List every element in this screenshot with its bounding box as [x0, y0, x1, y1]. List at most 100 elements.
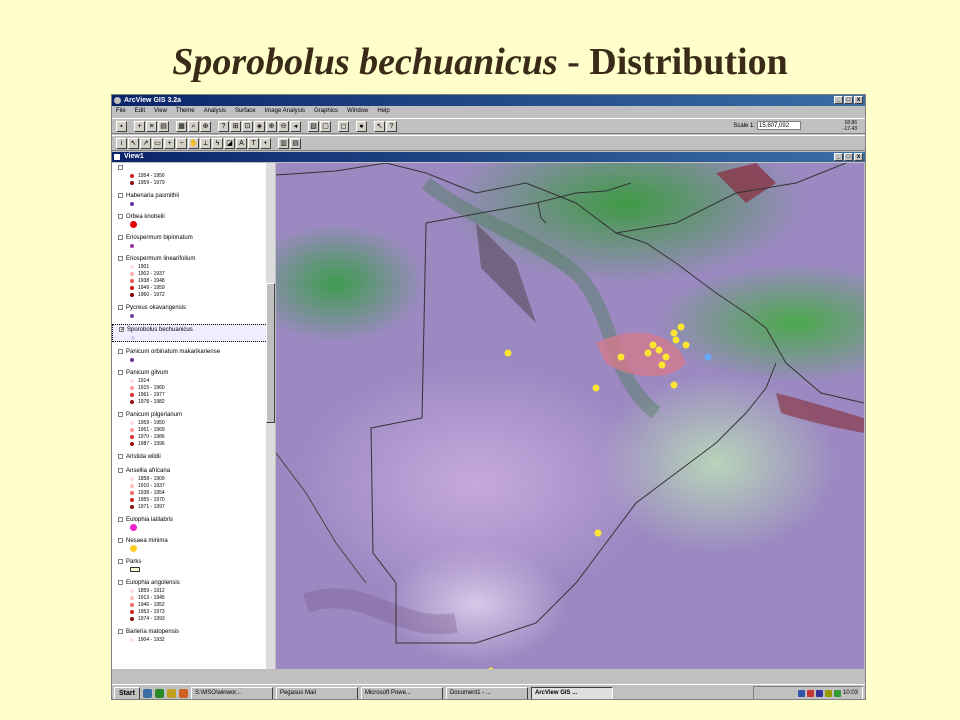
- taskbar-item-arcview[interactable]: ArcView GIS ...: [530, 686, 613, 699]
- tray-app-icon[interactable]: [833, 689, 841, 697]
- taskbar-item-pegasus[interactable]: Pegasus Mail: [275, 686, 358, 699]
- text-icon[interactable]: T: [248, 137, 259, 149]
- query-builder-icon[interactable]: ?: [218, 120, 229, 132]
- view-titlebar[interactable]: View1 _ □ x: [112, 152, 865, 162]
- map-display[interactable]: [276, 163, 864, 669]
- vertex-edit-icon[interactable]: ↗: [140, 137, 151, 149]
- toc-scroll-thumb[interactable]: [266, 283, 275, 423]
- view-minimize-button[interactable]: _: [834, 153, 843, 161]
- toc-theme[interactable]: Aristida wildii: [112, 452, 274, 461]
- toc-theme[interactable]: Habenaria pasmithii: [112, 191, 274, 207]
- theme-visibility-checkbox[interactable]: ✓: [119, 327, 125, 333]
- toc-theme[interactable]: Ansellia africana 1858 - 1909 1910 - 1937 1…: [112, 466, 274, 510]
- label-icon[interactable]: A: [236, 137, 247, 149]
- theme-visibility-checkbox[interactable]: [118, 349, 123, 354]
- zoom-in-fixed-icon[interactable]: ⊕: [266, 120, 277, 132]
- toc-theme[interactable]: Panicum gilvum 1914 1915 - 1960 1961 - 1977…: [112, 368, 274, 405]
- help-icon[interactable]: ?: [386, 120, 397, 132]
- open-table-icon[interactable]: ▦: [176, 120, 187, 132]
- measure-icon[interactable]: ⟂: [200, 137, 211, 149]
- browser-icon[interactable]: [154, 688, 164, 698]
- scale-input[interactable]: 15,607,092: [757, 121, 801, 130]
- view-maximize-button[interactable]: □: [844, 153, 853, 161]
- pointer-icon[interactable]: ↖: [128, 137, 139, 149]
- theme-visibility-checkbox[interactable]: [118, 370, 123, 375]
- table-of-contents[interactable]: 1954 - 1956 1959 - 1979 Habenaria pasmithi…: [112, 163, 275, 669]
- theme-visibility-checkbox[interactable]: [118, 454, 123, 459]
- toc-theme[interactable]: Panicum orbinatum makarikariense: [112, 347, 274, 363]
- theme-visibility-checkbox[interactable]: [118, 193, 123, 198]
- stop-icon[interactable]: ●: [356, 120, 367, 132]
- zoom-selected-icon[interactable]: ◈: [254, 120, 265, 132]
- draw-point-icon[interactable]: •: [260, 137, 271, 149]
- zoom-out-fixed-icon[interactable]: ⊖: [278, 120, 289, 132]
- clear-selection-icon[interactable]: ▢: [320, 120, 331, 132]
- zoom-active-themes-icon[interactable]: ⊡: [242, 120, 253, 132]
- antivirus-icon[interactable]: [806, 689, 814, 697]
- select-feature-icon[interactable]: ▭: [152, 137, 163, 149]
- raster-select-icon[interactable]: ▤: [290, 137, 301, 149]
- maximize-button[interactable]: □: [844, 96, 853, 104]
- identify-icon[interactable]: i: [116, 137, 127, 149]
- volume-icon[interactable]: [824, 689, 832, 697]
- menu-file[interactable]: File: [116, 106, 126, 116]
- menu-window[interactable]: Window: [347, 106, 368, 116]
- select-features-icon[interactable]: ▧: [308, 120, 319, 132]
- menu-theme[interactable]: Theme: [176, 106, 195, 116]
- minimize-button[interactable]: _: [834, 96, 843, 104]
- zoom-in-icon[interactable]: +: [164, 137, 175, 149]
- help-pointer-icon[interactable]: ↖: [374, 120, 385, 132]
- theme-visibility-checkbox[interactable]: [118, 165, 123, 170]
- theme-visibility-checkbox[interactable]: [118, 305, 123, 310]
- theme-visibility-checkbox[interactable]: [118, 214, 123, 219]
- theme-visibility-checkbox[interactable]: [118, 256, 123, 261]
- menu-graphics[interactable]: Graphics: [314, 106, 338, 116]
- menu-analysis[interactable]: Analysis: [204, 106, 226, 116]
- toc-theme[interactable]: Eulophia angolensis 1859 - 1912 1913 - 194…: [112, 578, 274, 622]
- desktop-icon[interactable]: [142, 688, 152, 698]
- area-of-interest-icon[interactable]: ◪: [224, 137, 235, 149]
- menu-image-analysis[interactable]: Image Analysis: [265, 106, 305, 116]
- start-button[interactable]: Start: [114, 686, 140, 699]
- add-theme-icon[interactable]: +: [134, 120, 145, 132]
- menu-surface[interactable]: Surface: [235, 106, 256, 116]
- zoom-previous-icon[interactable]: ◂: [290, 120, 301, 132]
- hotlink-icon[interactable]: ϟ: [212, 137, 223, 149]
- menu-help[interactable]: Help: [377, 106, 389, 116]
- save-project-icon[interactable]: ▪: [116, 120, 127, 132]
- toc-theme[interactable]: 1954 - 1956 1959 - 1979: [112, 163, 274, 186]
- menu-view[interactable]: View: [154, 106, 167, 116]
- toc-theme[interactable]: Eriospermum linearifolium 1901 1902 - 1937…: [112, 254, 274, 298]
- theme-visibility-checkbox[interactable]: [118, 580, 123, 585]
- raster-query-icon[interactable]: ▥: [278, 137, 289, 149]
- toc-theme[interactable]: Nesaea minima: [112, 536, 274, 552]
- app-titlebar[interactable]: ArcView GIS 3.2a _ □ x: [112, 95, 865, 106]
- toc-theme[interactable]: Barleria matopensis 1904 - 1932: [112, 627, 274, 643]
- taskbar-item-winword[interactable]: S:\MSO\winwor...: [190, 686, 273, 699]
- network-icon[interactable]: [797, 689, 805, 697]
- find-icon[interactable]: ⌕: [188, 120, 199, 132]
- locate-address-icon[interactable]: ⊕: [200, 120, 211, 132]
- toc-theme[interactable]: Parks: [112, 557, 274, 573]
- theme-visibility-checkbox[interactable]: [118, 538, 123, 543]
- language-icon[interactable]: [815, 689, 823, 697]
- toc-scrollbar[interactable]: [266, 163, 275, 669]
- theme-properties-icon[interactable]: ≡: [146, 120, 157, 132]
- theme-visibility-checkbox[interactable]: [118, 412, 123, 417]
- taskbar-item-document1[interactable]: Document1 - ...: [445, 686, 528, 699]
- outlook-icon[interactable]: [166, 688, 176, 698]
- toc-theme[interactable]: Eriospermum bipinnatum: [112, 233, 274, 249]
- theme-visibility-checkbox[interactable]: [118, 629, 123, 634]
- view-close-button[interactable]: x: [854, 153, 863, 161]
- zoom-full-extent-icon[interactable]: ⊞: [230, 120, 241, 132]
- theme-visibility-checkbox[interactable]: [118, 517, 123, 522]
- pan-icon[interactable]: ✋: [188, 137, 199, 149]
- media-icon[interactable]: [178, 688, 188, 698]
- edit-legend-icon[interactable]: ▤: [158, 120, 169, 132]
- toc-theme[interactable]: Eulophia latilabris: [112, 515, 274, 531]
- zoom-out-icon[interactable]: −: [176, 137, 187, 149]
- taskbar-item-powerpoint[interactable]: Microsoft Powe...: [360, 686, 443, 699]
- toc-theme[interactable]: Panicum pilgerianum 1959 - 1950 1951 - 196…: [112, 410, 274, 447]
- theme-visibility-checkbox[interactable]: [118, 559, 123, 564]
- menu-edit[interactable]: Edit: [135, 106, 145, 116]
